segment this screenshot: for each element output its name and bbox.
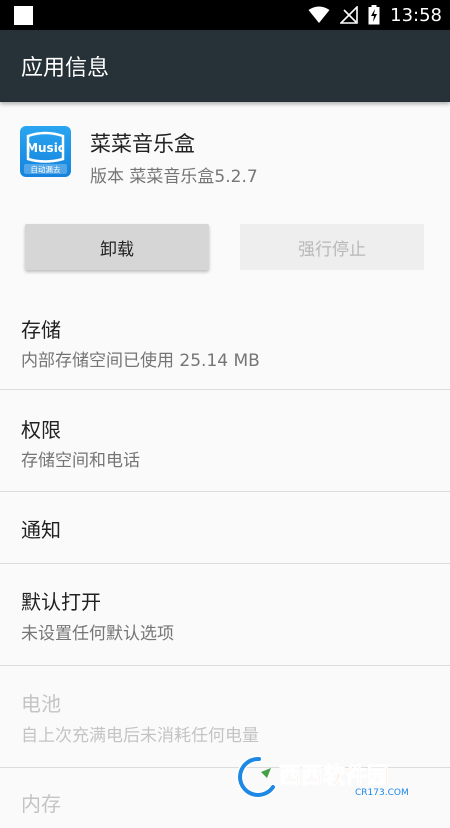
watermark-logo: 西西软件园 CR173.COM	[231, 754, 446, 798]
open-by-default-subtitle: 未设置任何默认选项	[21, 619, 174, 644]
permissions-item[interactable]: 权限 存储空间和电话	[0, 390, 450, 492]
memory-title: 内存	[21, 788, 61, 817]
battery-subtitle: 自上次充满电后未消耗任何电量	[21, 721, 259, 746]
watermark-text: 西西软件园	[279, 763, 389, 789]
permissions-title: 权限	[21, 414, 61, 443]
clock: 13:58	[390, 5, 442, 26]
open-by-default-item[interactable]: 默认打开 未设置任何默认选项	[0, 564, 450, 666]
app-icon-text: Music	[26, 141, 65, 155]
permissions-subtitle: 存储空间和电话	[21, 446, 140, 471]
app-header: Music 自动漏去 菜菜音乐盒 版本 菜菜音乐盒5.2.7	[0, 102, 450, 202]
app-name: 菜菜音乐盒	[90, 128, 195, 158]
notification-icon	[14, 6, 33, 25]
page-title: 应用信息	[21, 50, 109, 82]
no-signal-icon	[340, 6, 358, 24]
notifications-item[interactable]: 通知	[0, 492, 450, 564]
force-stop-button: 强行停止	[240, 224, 424, 270]
watermark-domain: CR173.COM	[355, 788, 409, 798]
status-icons: 13:58	[308, 0, 442, 30]
battery-charging-icon	[368, 5, 380, 25]
wifi-icon	[308, 6, 330, 24]
storage-item[interactable]: 存储 内部存储空间已使用 25.14 MB	[0, 292, 450, 390]
app-bar: 应用信息	[0, 30, 450, 102]
notifications-title: 通知	[21, 514, 61, 543]
app-version: 版本 菜菜音乐盒5.2.7	[90, 162, 258, 187]
battery-title: 电池	[21, 688, 61, 717]
uninstall-button[interactable]: 卸载	[25, 224, 209, 270]
storage-title: 存储	[21, 314, 61, 343]
battery-item: 电池 自上次充满电后未消耗任何电量	[0, 666, 450, 768]
storage-subtitle: 内部存储空间已使用 25.14 MB	[21, 346, 260, 371]
app-icon-subtext: 自动漏去	[31, 164, 61, 174]
app-icon: Music 自动漏去	[20, 126, 71, 177]
status-bar: 13:58	[0, 0, 450, 30]
open-by-default-title: 默认打开	[21, 586, 101, 615]
